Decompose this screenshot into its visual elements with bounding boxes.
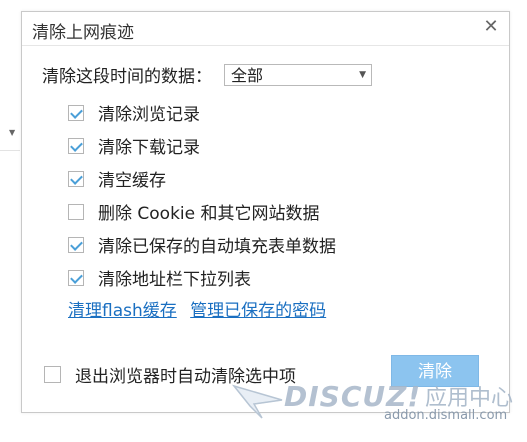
links-row: 清理flash缓存 管理已保存的密码: [68, 296, 334, 321]
option-download-history[interactable]: 清除下载记录: [68, 129, 336, 162]
time-range-label: 清除这段时间的数据：: [42, 67, 212, 87]
background-window: [0, 10, 20, 410]
chevron-down-icon: ▼: [359, 69, 366, 80]
time-range-select[interactable]: 全部 ▼: [224, 63, 372, 86]
option-label: 清除地址栏下拉列表: [98, 270, 251, 290]
option-address-bar-list[interactable]: 清除地址栏下拉列表: [68, 261, 336, 294]
option-label: 清空缓存: [98, 171, 166, 191]
auto-clear-checkbox[interactable]: [44, 366, 61, 383]
checkbox[interactable]: [68, 236, 84, 253]
checkbox[interactable]: [68, 269, 84, 286]
option-label: 清除下载记录: [98, 138, 200, 158]
option-label: 清除浏览记录: [98, 105, 200, 125]
checkbox[interactable]: [68, 170, 84, 187]
dialog-titlebar: 清除上网痕迹 ✕: [22, 12, 509, 46]
background-divider: [0, 150, 20, 151]
time-range-value: 全部: [231, 65, 264, 85]
checkbox[interactable]: [68, 137, 84, 154]
background-dropdown-arrow-icon: ▼: [9, 128, 16, 137]
clear-options-list: 清除浏览记录 清除下载记录 清空缓存 删除 Cookie 和其它网站数据 清除已…: [68, 96, 336, 294]
close-icon[interactable]: ✕: [481, 17, 501, 37]
option-browsing-history[interactable]: 清除浏览记录: [68, 96, 336, 129]
option-label: 删除 Cookie 和其它网站数据: [98, 204, 320, 224]
clear-browsing-data-dialog: 清除上网痕迹 ✕ 清除这段时间的数据： 全部 ▼ 清除浏览记录 清除下载记录 清…: [21, 11, 510, 413]
dialog-title: 清除上网痕迹: [32, 23, 134, 43]
option-label: 清除已保存的自动填充表单数据: [98, 237, 336, 257]
checkbox[interactable]: [68, 203, 84, 220]
option-cache[interactable]: 清空缓存: [68, 162, 336, 195]
option-autofill[interactable]: 清除已保存的自动填充表单数据: [68, 228, 336, 261]
clear-flash-link[interactable]: 清理flash缓存: [68, 301, 177, 321]
manage-passwords-link[interactable]: 管理已保存的密码: [190, 301, 326, 321]
checkbox[interactable]: [68, 104, 84, 121]
watermark-logo-icon: [232, 384, 283, 419]
time-range-row: 清除这段时间的数据： 全部 ▼: [42, 62, 372, 87]
watermark-url: addon.dismall.com: [384, 408, 508, 423]
option-cookies[interactable]: 删除 Cookie 和其它网站数据: [68, 195, 336, 228]
watermark: DISCUZ! 应用中心 addon.dismall.com: [232, 378, 527, 442]
